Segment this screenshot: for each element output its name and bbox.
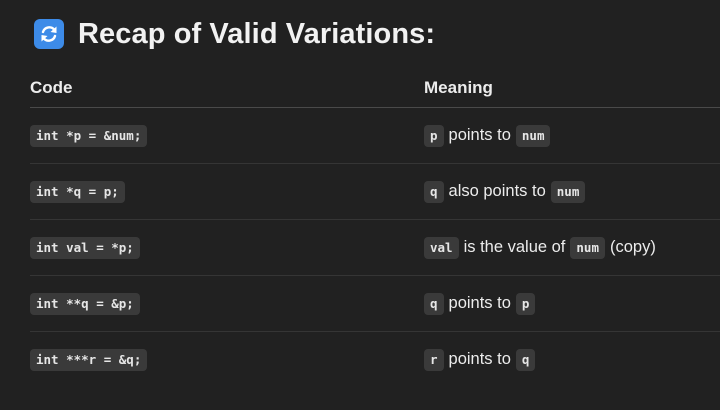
page: Recap of Valid Variations: Code Meaning … <box>0 0 720 410</box>
table-row: int ***r = &q; r points to q <box>30 332 720 387</box>
table-row: int val = *p; val is the value of num (copy) <box>30 220 720 276</box>
inline-code: num <box>515 124 551 147</box>
counterclockwise-arrows-icon <box>34 19 64 49</box>
meaning-text: (copy) <box>609 238 656 256</box>
table-row: int **q = &p; q points to p <box>30 276 720 332</box>
heading-text: Recap of Valid Variations: <box>78 17 436 50</box>
inline-code: num <box>550 180 586 203</box>
inline-code: r <box>424 348 444 371</box>
meaning-text: points to <box>448 350 511 368</box>
inline-code: q <box>424 180 444 203</box>
code-cell: int *q = p; <box>30 164 125 219</box>
meaning-text: points to <box>448 294 511 312</box>
code-cell: int val = *p; <box>30 220 140 275</box>
meaning-text: also points to <box>448 182 546 200</box>
code-cell: int *p = &num; <box>30 108 148 163</box>
column-header-code: Code <box>30 78 73 97</box>
inline-code: q <box>515 348 536 371</box>
inline-code: int **q = &p; <box>30 292 140 315</box>
inline-code: q <box>424 292 444 315</box>
inline-code: int ***r = &q; <box>30 348 148 371</box>
code-cell: int ***r = &q; <box>30 332 148 387</box>
inline-code: int *p = &num; <box>30 124 148 147</box>
table-header: Code Meaning <box>30 68 720 108</box>
meaning-cell: val is the value of num (copy) <box>424 220 661 275</box>
meaning-cell: r points to q <box>424 332 536 387</box>
meaning-cell: q also points to num <box>424 164 586 219</box>
inline-code: p <box>515 292 536 315</box>
inline-code: int *q = p; <box>30 180 125 203</box>
table-row: int *p = &num; p points to num <box>30 108 720 164</box>
inline-code: num <box>570 236 605 259</box>
column-header-meaning: Meaning <box>424 78 493 97</box>
meaning-text: points to <box>448 126 511 144</box>
section-heading: Recap of Valid Variations: <box>34 14 435 54</box>
variations-table: Code Meaning int *p = &num; p points to num… <box>30 68 720 387</box>
meaning-cell: q points to p <box>424 276 536 331</box>
table-row: int *q = p; q also points to num <box>30 164 720 220</box>
code-cell: int **q = &p; <box>30 276 140 331</box>
inline-code: p <box>424 124 444 147</box>
inline-code: int val = *p; <box>30 236 140 259</box>
inline-code: val <box>424 236 459 259</box>
meaning-text: is the value of <box>463 238 566 256</box>
meaning-cell: p points to num <box>424 108 551 163</box>
table-body: int *p = &num; p points to num int *q = p; q a… <box>30 108 720 387</box>
